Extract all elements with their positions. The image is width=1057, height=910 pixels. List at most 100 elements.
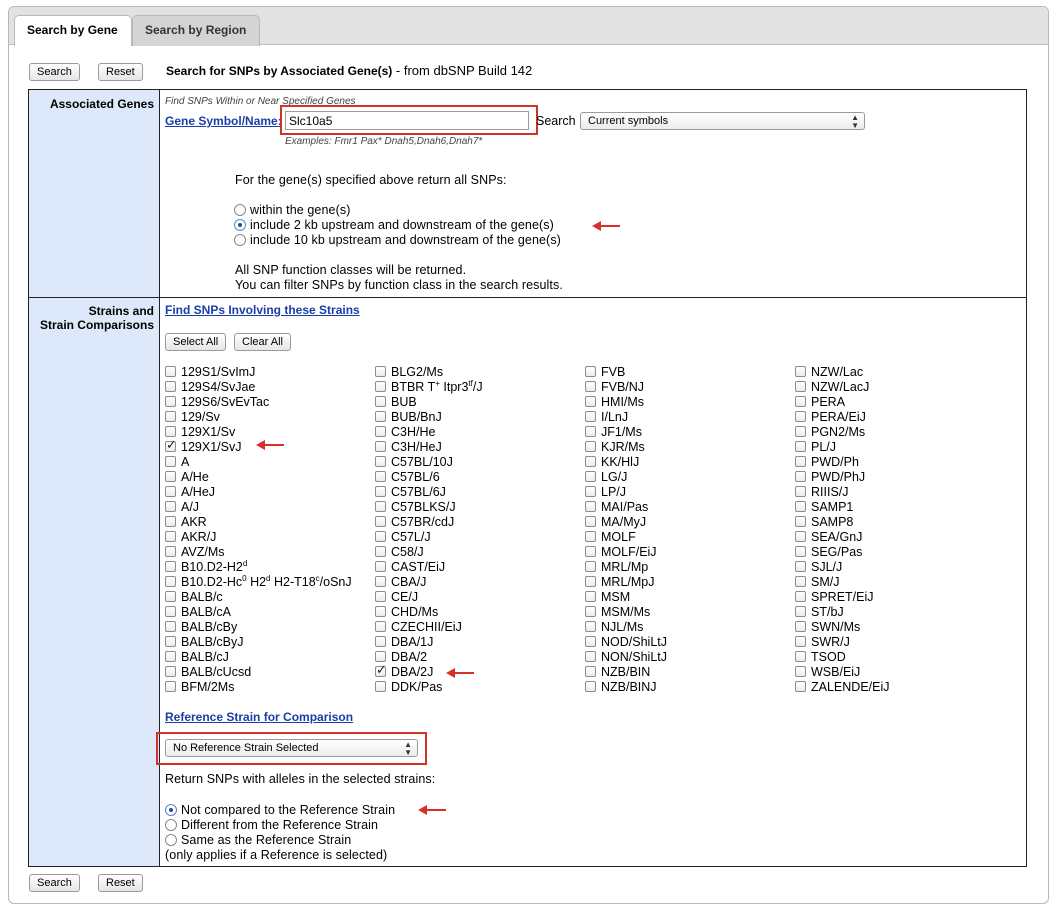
strain-option[interactable]: PWD/PhJ: [795, 470, 995, 485]
strain-option[interactable]: PGN2/Ms: [795, 425, 995, 440]
checkbox-icon[interactable]: [375, 456, 386, 467]
strain-option[interactable]: JF1/Ms: [585, 425, 785, 440]
checkbox-icon[interactable]: [795, 486, 806, 497]
checkbox-icon[interactable]: [795, 396, 806, 407]
strain-option[interactable]: SWR/J: [795, 635, 995, 650]
strain-option[interactable]: KJR/Ms: [585, 440, 785, 455]
radio-icon[interactable]: [165, 834, 177, 846]
strain-option[interactable]: LG/J: [585, 470, 785, 485]
strain-option[interactable]: C3H/HeJ: [375, 440, 575, 455]
radio-selected-icon[interactable]: [165, 804, 177, 816]
strain-option[interactable]: FVB/NJ: [585, 380, 785, 395]
strain-option[interactable]: DBA/2J: [375, 662, 575, 680]
strain-option[interactable]: AKR: [165, 515, 365, 530]
clear-all-button[interactable]: Clear All: [234, 333, 291, 351]
checkbox-icon[interactable]: [375, 636, 386, 647]
strain-option[interactable]: C57BLKS/J: [375, 500, 575, 515]
strain-option[interactable]: HMI/Ms: [585, 395, 785, 410]
strain-option[interactable]: A/HeJ: [165, 485, 365, 500]
checkbox-icon[interactable]: [165, 471, 176, 482]
strain-option[interactable]: SEA/GnJ: [795, 530, 995, 545]
gene-symbol-link[interactable]: Gene Symbol/Name:: [165, 114, 282, 128]
strain-option[interactable]: BALB/cBy: [165, 620, 365, 635]
strain-option[interactable]: MOLF/EiJ: [585, 545, 785, 560]
strain-option[interactable]: MSM: [585, 590, 785, 605]
checkbox-icon[interactable]: [585, 531, 596, 542]
checkbox-icon[interactable]: [375, 546, 386, 557]
strain-option[interactable]: WSB/EiJ: [795, 665, 995, 680]
checkbox-icon[interactable]: [375, 651, 386, 662]
strain-option[interactable]: C57BL/6J: [375, 485, 575, 500]
strain-option[interactable]: C57BL/6: [375, 470, 575, 485]
checkbox-icon[interactable]: [795, 651, 806, 662]
radio-icon[interactable]: [165, 819, 177, 831]
strain-option[interactable]: NON/ShiLtJ: [585, 650, 785, 665]
compare-option-not-compared[interactable]: Not compared to the Reference Strain: [165, 803, 395, 817]
radio-icon[interactable]: [234, 204, 246, 216]
tab-search-by-region[interactable]: Search by Region: [132, 15, 260, 46]
strain-option[interactable]: BLG2/Ms: [375, 365, 575, 380]
checkbox-icon[interactable]: [375, 411, 386, 422]
strain-option[interactable]: SAMP8: [795, 515, 995, 530]
checkbox-icon[interactable]: [375, 471, 386, 482]
strain-option[interactable]: SAMP1: [795, 500, 995, 515]
checkbox-icon[interactable]: [795, 606, 806, 617]
checkbox-icon[interactable]: [375, 621, 386, 632]
strain-option[interactable]: A/J: [165, 500, 365, 515]
strain-option[interactable]: C58/J: [375, 545, 575, 560]
find-strains-link[interactable]: Find SNPs Involving these Strains: [165, 303, 360, 317]
strain-option[interactable]: CZECHII/EiJ: [375, 620, 575, 635]
tab-search-by-gene[interactable]: Search by Gene: [14, 15, 132, 46]
checkbox-icon[interactable]: [165, 591, 176, 602]
range-option-within[interactable]: within the gene(s): [234, 203, 350, 217]
strain-option[interactable]: B10.D2-H2d: [165, 559, 365, 575]
strain-option[interactable]: LP/J: [585, 485, 785, 500]
checkbox-icon[interactable]: [585, 381, 596, 392]
checkbox-icon[interactable]: [165, 501, 176, 512]
checkbox-icon[interactable]: [165, 381, 176, 392]
checkbox-icon[interactable]: [585, 561, 596, 572]
strain-option[interactable]: BALB/c: [165, 590, 365, 605]
strain-option[interactable]: B10.D2-Hc0 H2d H2-T18c/oSnJ: [165, 574, 365, 590]
checkbox-icon[interactable]: [585, 501, 596, 512]
strain-option[interactable]: C57BL/10J: [375, 455, 575, 470]
checkbox-checked-icon[interactable]: [375, 662, 387, 677]
strain-option[interactable]: CBA/J: [375, 575, 575, 590]
checkbox-icon[interactable]: [375, 576, 386, 587]
strain-option[interactable]: A/He: [165, 470, 365, 485]
strain-option[interactable]: PERA: [795, 395, 995, 410]
checkbox-icon[interactable]: [165, 636, 176, 647]
select-all-button[interactable]: Select All: [165, 333, 227, 351]
strain-option[interactable]: NZB/BINJ: [585, 680, 785, 695]
strain-option[interactable]: ZALENDE/EiJ: [795, 680, 995, 695]
checkbox-icon[interactable]: [375, 681, 386, 692]
strain-option[interactable]: CE/J: [375, 590, 575, 605]
checkbox-icon[interactable]: [585, 621, 596, 632]
strain-option[interactable]: CHD/Ms: [375, 605, 575, 620]
checkbox-icon[interactable]: [585, 471, 596, 482]
checkbox-icon[interactable]: [375, 441, 386, 452]
strain-option[interactable]: MA/MyJ: [585, 515, 785, 530]
checkbox-icon[interactable]: [585, 426, 596, 437]
checkbox-icon[interactable]: [795, 516, 806, 527]
checkbox-icon[interactable]: [375, 381, 386, 392]
strain-option[interactable]: KK/HlJ: [585, 455, 785, 470]
checkbox-icon[interactable]: [585, 681, 596, 692]
checkbox-icon[interactable]: [585, 516, 596, 527]
checkbox-icon[interactable]: [795, 411, 806, 422]
strain-option[interactable]: MSM/Ms: [585, 605, 785, 620]
strain-option[interactable]: SEG/Pas: [795, 545, 995, 560]
search-button-bottom[interactable]: Search: [29, 874, 80, 892]
checkbox-icon[interactable]: [375, 426, 386, 437]
strain-option[interactable]: 129X1/Sv: [165, 425, 365, 440]
checkbox-icon[interactable]: [375, 501, 386, 512]
strain-option[interactable]: BALB/cA: [165, 605, 365, 620]
strain-option[interactable]: 129S6/SvEvTac: [165, 395, 365, 410]
strain-option[interactable]: AKR/J: [165, 530, 365, 545]
checkbox-checked-icon[interactable]: [165, 437, 177, 452]
strain-option[interactable]: AVZ/Ms: [165, 545, 365, 560]
strain-option[interactable]: PL/J: [795, 440, 995, 455]
strain-option[interactable]: DBA/2: [375, 650, 575, 665]
strain-option[interactable]: BFM/2Ms: [165, 680, 365, 695]
checkbox-icon[interactable]: [375, 366, 386, 377]
